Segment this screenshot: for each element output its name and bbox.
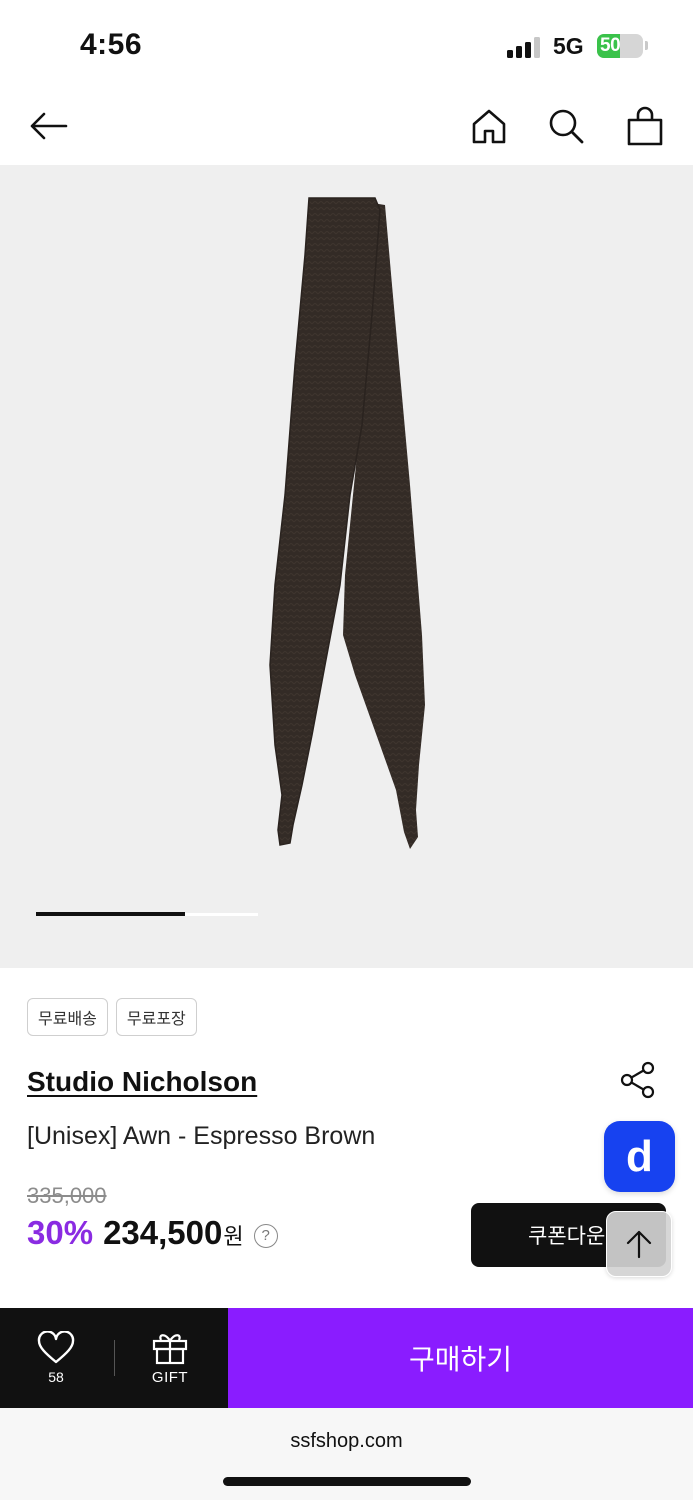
bottom-left-panel: 58 GIFT <box>0 1308 228 1408</box>
home-indicator[interactable] <box>223 1477 471 1486</box>
battery-icon: 50 <box>597 34 643 58</box>
battery-level: 50 <box>600 35 621 56</box>
currency-label: 원 <box>223 1225 244 1250</box>
product-name: [Unisex] Awn - Espresso Brown <box>27 1122 376 1150</box>
network-label: 5G <box>553 33 584 59</box>
bottom-divider <box>114 1340 115 1376</box>
signal-icon <box>507 36 541 58</box>
gift-button[interactable]: GIFT <box>134 1308 206 1408</box>
scarf-image <box>269 197 425 849</box>
brand-link[interactable]: Studio Nicholson <box>27 1066 257 1098</box>
arrow-up-icon <box>626 1230 652 1259</box>
url-label[interactable]: ssfshop.com <box>0 1430 693 1453</box>
home-icon[interactable] <box>465 102 513 150</box>
tag-free-shipping: 무료배송 <box>27 998 108 1036</box>
heart-icon <box>37 1331 75 1364</box>
gift-label: GIFT <box>151 1368 189 1386</box>
status-bar: 4:56 5G 50 <box>0 0 693 90</box>
gift-icon <box>152 1333 188 1364</box>
original-price: 335,000 <box>27 1183 107 1208</box>
tag-free-wrapping: 무료포장 <box>115 998 197 1036</box>
product-image-gallery[interactable] <box>0 165 693 968</box>
top-navbar <box>0 90 693 165</box>
price-help-icon[interactable]: ? <box>253 1223 278 1248</box>
gallery-pager-indicator <box>36 912 185 916</box>
back-arrow-icon[interactable] <box>24 102 72 150</box>
search-icon[interactable] <box>542 102 590 150</box>
discount-rate: 30% <box>27 1214 94 1251</box>
wishlist-count: 58 <box>48 1369 64 1385</box>
browser-url-bar: ssfshop.com <box>0 1408 693 1500</box>
shopping-bag-icon[interactable] <box>621 102 669 150</box>
bottom-action-bar: 58 GIFT 구매하기 <box>0 1308 693 1408</box>
sale-price: 234,500 <box>103 1214 223 1251</box>
battery-cap <box>645 41 648 50</box>
product-tags: 무료배송 무료포장 <box>27 998 197 1036</box>
app-badge-button[interactable]: d <box>604 1121 675 1192</box>
share-icon[interactable] <box>618 1060 658 1100</box>
price-row: 30% 234,500 원 ? <box>27 1214 278 1252</box>
buy-button[interactable]: 구매하기 <box>228 1308 693 1408</box>
wishlist-button[interactable]: 58 <box>20 1308 92 1408</box>
status-time: 4:56 <box>80 28 143 61</box>
scroll-top-button[interactable] <box>606 1211 672 1277</box>
product-info: 무료배송 무료포장 Studio Nicholson [Unisex] Awn … <box>0 968 693 1308</box>
